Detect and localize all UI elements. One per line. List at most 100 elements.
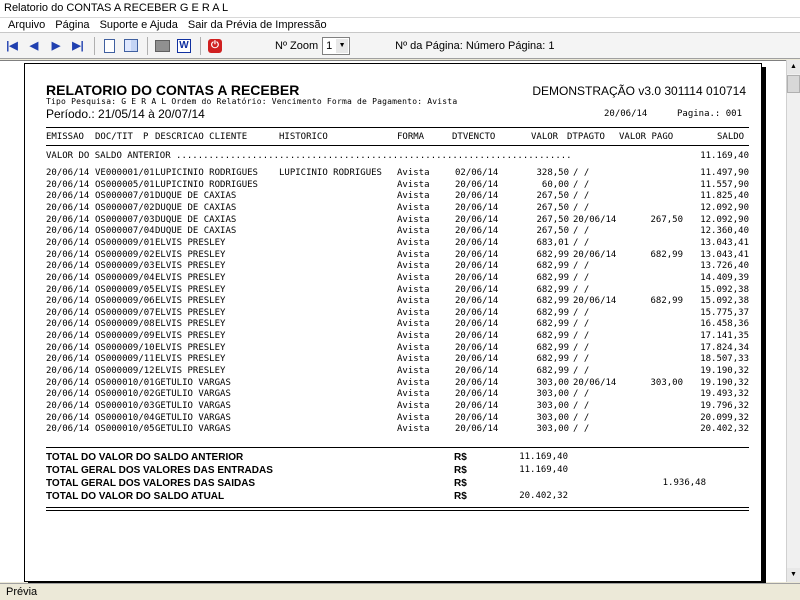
cell-saldo: 16.458,36 (700, 319, 749, 330)
menu-pagina[interactable]: Página (50, 19, 94, 31)
printer-icon[interactable] (152, 36, 172, 56)
divider (46, 145, 749, 146)
divider (46, 507, 749, 508)
cell-dtvencto: 20/06/14 (455, 249, 499, 260)
cell-doc: OS000009/09 (95, 331, 155, 342)
cell-doc: OS000009/10 (95, 342, 155, 353)
cell-dtvencto: 20/06/14 (455, 307, 499, 318)
menu-bar: Arquivo Página Suporte e Ajuda Sair da P… (0, 18, 800, 33)
total-valor: 11.169,40 (519, 452, 568, 462)
total-valor: 11.169,40 (519, 465, 568, 475)
table-row: 20/06/14 OS000007/04 DUQUE DE CAXIAS Avista… (25, 226, 763, 237)
col-historico: HISTORICO (279, 132, 328, 142)
cell-valor: 682,99 (536, 296, 569, 307)
saldo-anterior-label: VALOR DO SALDO ANTERIOR ................… (46, 151, 572, 161)
cell-emissao: 20/06/14 (46, 249, 90, 260)
cell-cliente: GETULIO VARGAS (155, 412, 231, 423)
cell-dtvencto: 20/06/14 (455, 214, 499, 225)
cell-dtpagto: / / (573, 261, 590, 272)
cell-emissao: 20/06/14 (46, 202, 90, 213)
cell-historico: LUPICINIO RODRIGUES (279, 168, 382, 178)
cell-emissao: 20/06/14 (46, 214, 90, 225)
scroll-thumb[interactable] (787, 75, 800, 93)
cell-forma: Avista (397, 296, 430, 307)
col-dtvencto: DTVENCTO (452, 132, 496, 142)
cell-dtpagto: / / (573, 424, 590, 435)
cell-valor: 267,50 (536, 191, 569, 202)
cell-doc: OS000007/04 (95, 226, 155, 237)
cell-emissao: 20/06/14 (46, 284, 90, 295)
cell-saldo: 20.099,32 (700, 412, 749, 423)
table-row: 20/06/14 OS000010/02 GETULIO VARGAS Avista 2… (25, 389, 763, 400)
zoom-select[interactable]: 1 ▼ (322, 36, 351, 55)
total-row: TOTAL DO VALOR DO SALDO ANTERIOR R$ 11.169… (46, 452, 749, 465)
menu-suporte[interactable]: Suporte e Ajuda (95, 19, 183, 31)
cell-doc: OS000009/08 (95, 319, 155, 330)
cell-saldo: 19.796,32 (700, 401, 749, 411)
window-title: Relatorio do CONTAS A RECEBER G E R A L (0, 0, 800, 18)
cell-valor-pago: 682,99 (650, 249, 683, 260)
cell-valor-pago: 682,99 (650, 296, 683, 307)
total-label: TOTAL DO VALOR DO SALDO ANTERIOR (46, 452, 244, 463)
cell-saldo: 17.824,34 (700, 342, 749, 353)
last-page-icon[interactable]: ▶| (68, 36, 88, 56)
report-title: RELATORIO DO CONTAS A RECEBER (46, 82, 300, 98)
toolbar: |◀ ◀ ▶ ▶| W ⏻ Nº Zoom 1 ▼ Nº da Página: … (0, 33, 800, 59)
cell-dtpagto: / / (573, 179, 590, 190)
cell-valor: 303,00 (536, 377, 569, 388)
cell-saldo: 12.360,40 (700, 226, 749, 237)
cell-doc: OS000009/07 (95, 307, 155, 318)
chevron-down-icon[interactable]: ▼ (336, 38, 349, 53)
cell-doc: OS000010/04 (95, 412, 155, 423)
cell-dtpagto: / / (573, 226, 590, 237)
report-date: 20/06/14 (604, 109, 648, 119)
cell-saldo: 12.092,90 (700, 214, 749, 225)
cell-forma: Avista (397, 214, 430, 225)
total-row: TOTAL GERAL DOS VALORES DAS ENTRADAS R$ 11… (46, 465, 749, 478)
total-label: TOTAL GERAL DOS VALORES DAS ENTRADAS (46, 465, 273, 476)
cell-dtvencto: 20/06/14 (455, 401, 499, 411)
vertical-scrollbar[interactable]: ▲ ▼ (786, 60, 800, 582)
cell-dtvencto: 02/06/14 (455, 168, 499, 178)
table-row: 20/06/14 OS000005/01 LUPICINIO RODRIGUES Av… (25, 180, 763, 191)
cell-doc: OS000009/06 (95, 296, 155, 307)
cell-emissao: 20/06/14 (46, 342, 90, 353)
next-page-icon[interactable]: ▶ (46, 36, 66, 56)
table-row: 20/06/14 OS000009/05 ELVIS PRESLEY Avista 20… (25, 285, 763, 296)
cell-forma: Avista (397, 354, 430, 365)
table-row: 20/06/14 OS000009/07 ELVIS PRESLEY Avista 20… (25, 308, 763, 319)
cell-dtpagto: / / (573, 168, 590, 178)
prev-page-icon[interactable]: ◀ (24, 36, 44, 56)
cell-emissao: 20/06/14 (46, 401, 90, 411)
word-export-icon[interactable]: W (174, 36, 194, 56)
table-row: 20/06/14 OS000009/10 ELVIS PRESLEY Avista 20… (25, 343, 763, 354)
menu-arquivo[interactable]: Arquivo (3, 19, 50, 31)
col-dtpagto: DTPAGTO (567, 132, 605, 142)
first-page-icon[interactable]: |◀ (2, 36, 22, 56)
cell-doc: OS000007/02 (95, 202, 155, 213)
single-page-icon[interactable] (99, 36, 119, 56)
power-exit-icon[interactable]: ⏻ (205, 36, 225, 56)
cell-valor: 303,00 (536, 401, 569, 411)
total-row: TOTAL DO VALOR DO SALDO ATUAL R$ 20.402,32 (46, 491, 749, 504)
scroll-down-icon[interactable]: ▼ (787, 568, 800, 582)
cell-valor: 267,50 (536, 202, 569, 213)
cell-forma: Avista (397, 179, 430, 190)
cell-cliente: DUQUE DE CAXIAS (155, 202, 237, 213)
cell-forma: Avista (397, 389, 430, 400)
cell-forma: Avista (397, 272, 430, 283)
report-subtitle: Tipo Pesquisa: G E R A L Ordem do Relató… (46, 97, 458, 106)
cell-saldo: 13.726,40 (700, 261, 749, 272)
cell-saldo: 17.141,35 (700, 331, 749, 342)
cell-forma: Avista (397, 401, 430, 411)
cell-forma: Avista (397, 202, 430, 213)
cell-dtpagto: / / (573, 331, 590, 342)
cell-dtpagto: / / (573, 412, 590, 423)
cell-dtpagto: / / (573, 307, 590, 318)
cell-dtvencto: 20/06/14 (455, 226, 499, 237)
scroll-up-icon[interactable]: ▲ (787, 60, 800, 74)
cell-cliente: ELVIS PRESLEY (155, 307, 226, 318)
menu-sair-previa[interactable]: Sair da Prévia de Impressão (183, 19, 332, 31)
two-pages-icon[interactable] (121, 36, 141, 56)
cell-doc: OS000009/02 (95, 249, 155, 260)
